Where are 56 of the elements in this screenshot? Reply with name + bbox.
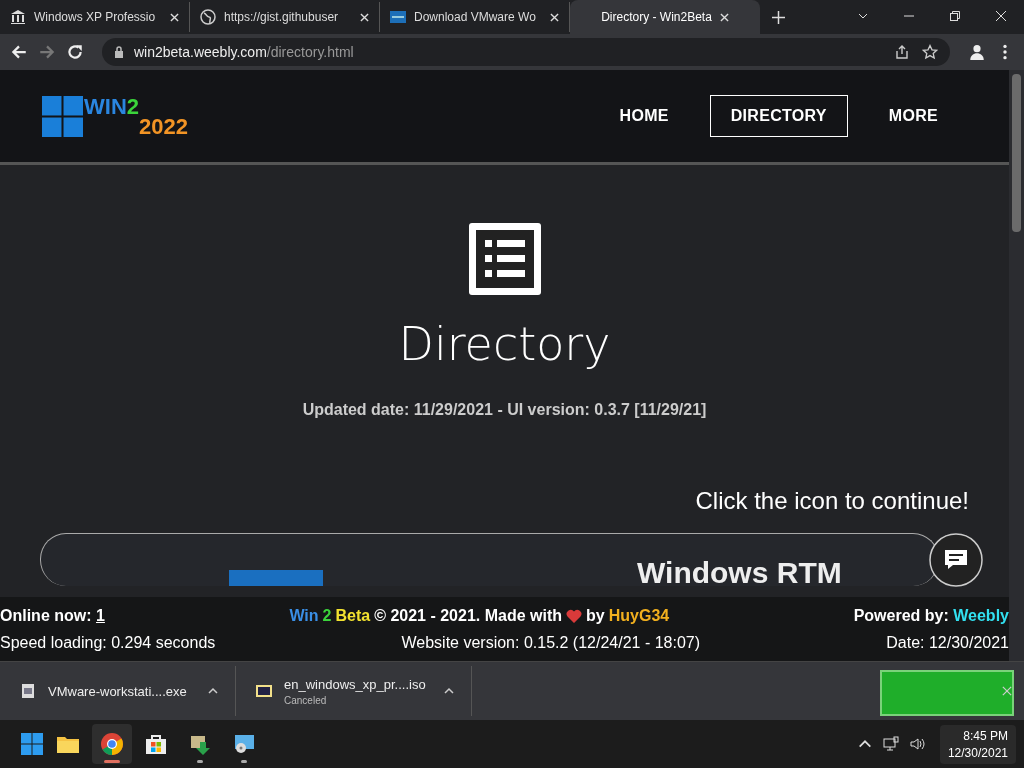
lock-icon (114, 46, 124, 58)
forward-icon[interactable] (38, 43, 56, 61)
browser-icon (100, 732, 124, 756)
browser-tab[interactable]: Windows XP Professio (0, 2, 190, 32)
address-bar[interactable]: win2beta.weebly.com/directory.html (102, 38, 950, 66)
star-icon[interactable] (922, 44, 938, 60)
close-icon[interactable] (360, 12, 369, 22)
download-item[interactable]: en_windows_xp_pr....iso Canceled (236, 666, 472, 716)
start-icon[interactable] (20, 732, 44, 756)
version-text: Website version: 0.15.2 (12/24/21 - 18:07) (401, 633, 701, 652)
powered-by-text: Powered by: Weebly (853, 606, 1009, 625)
speed-text: Speed loading: 0.294 seconds (0, 633, 216, 652)
page-title: Directory (398, 317, 611, 371)
file-icon (20, 683, 36, 699)
download-status: Canceled (284, 694, 328, 706)
date-text: Date: 12/30/2021 (886, 633, 1009, 652)
heart-icon (566, 608, 583, 623)
back-icon[interactable] (10, 43, 28, 61)
browser-tab[interactable]: https://gist.githubuser (190, 2, 380, 32)
close-icon[interactable] (995, 10, 1007, 22)
nav-link[interactable]: MORE (867, 95, 959, 137)
download-item[interactable]: VMware-workstati....exe (0, 666, 236, 716)
close-icon[interactable] (550, 12, 559, 22)
file-name: VMware-workstati....exe (48, 683, 188, 699)
reload-icon[interactable] (66, 43, 84, 61)
updated-date-text: Updated date: 11/29/2021 - UI version: 0.3.7 [11/29/21] (302, 401, 707, 419)
app-logo-icon (390, 9, 406, 25)
list-icon[interactable] (468, 223, 541, 295)
instruction-text: Click the icon to continue! (695, 487, 969, 515)
close-icon[interactable] (170, 12, 179, 22)
chat-icon[interactable] (929, 533, 983, 587)
nav-link[interactable]: DIRECTORY (709, 95, 848, 137)
credit-text: Win 2 Beta © 2021 - 2021. Made with by HuyG34 (289, 606, 670, 625)
taskbar-app[interactable] (92, 724, 132, 764)
nav-link[interactable]: HOME (598, 95, 690, 137)
share-icon[interactable] (894, 44, 910, 60)
new-tab-icon[interactable] (772, 11, 785, 24)
browser-tab[interactable]: Download VMware Wo (380, 2, 570, 32)
close-icon[interactable] (719, 12, 729, 22)
profile-icon[interactable] (968, 43, 986, 61)
scrollbar-thumb[interactable] (1012, 74, 1021, 232)
card-title: Windows RTM (637, 556, 842, 586)
globe-icon (200, 9, 216, 25)
speaker-icon[interactable] (908, 736, 925, 752)
columns-icon (10, 9, 26, 25)
shopping-bag-icon (144, 732, 168, 756)
online-count-text: Online now: 1 (0, 606, 105, 625)
network-icon[interactable] (882, 736, 899, 752)
restore-icon[interactable] (949, 10, 961, 22)
disc-file-icon (256, 683, 272, 699)
clock[interactable]: 8:45 PM 12/30/2021 (939, 724, 1016, 764)
browser-tab[interactable]: Directory - Win2Beta (570, 0, 760, 34)
windows-logo-icon (42, 95, 83, 137)
site-logo[interactable]: WIN2 2022 (42, 95, 188, 137)
file-name: en_windows_xp_pr....iso (284, 676, 427, 692)
monitor-icon (232, 732, 256, 756)
